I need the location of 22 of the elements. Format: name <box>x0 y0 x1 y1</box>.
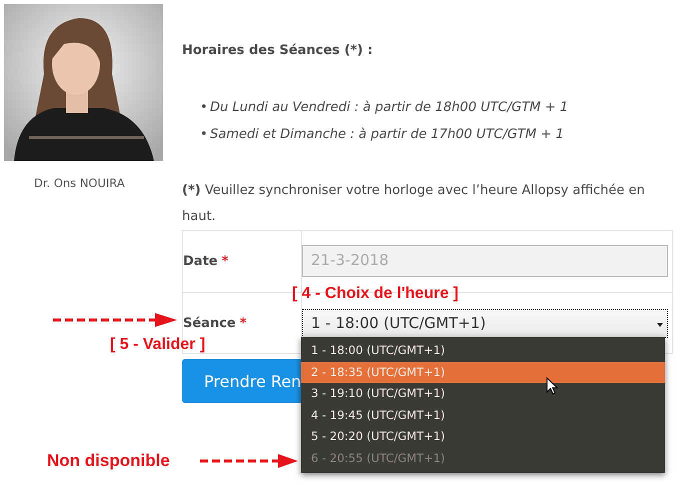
dropdown-option[interactable]: 4 - 19:45 (UTC/GMT+1) <box>301 404 665 426</box>
bullet-icon: • <box>200 121 210 148</box>
bullet-icon: • <box>200 94 210 121</box>
session-label: Séance <box>183 316 236 330</box>
clock-note: (*) Veuillez synchroniser votre horloge avec l’heure Allopsy affichée en haut. <box>182 182 646 226</box>
arrow-icon <box>200 454 298 468</box>
required-mark: * <box>222 254 228 269</box>
schedule-item: Samedi et Dimanche : à partir de 17h00 UTC/GTM + 1 <box>210 127 564 142</box>
annotation-text: [ 4 - Choix de l'heure ] <box>292 285 458 303</box>
required-mark: * <box>240 316 247 330</box>
annotation-text: [ 5 - Valider ] <box>110 336 206 354</box>
dropdown-option[interactable]: 5 - 20:20 (UTC/GMT+1) <box>301 426 665 448</box>
dropdown-option[interactable]: 1 - 18:00 (UTC/GMT+1) <box>301 340 665 362</box>
date-label: Date <box>183 254 218 269</box>
doctor-name: Dr. Ons NOUIRA <box>34 176 125 190</box>
schedule-item: Du Lundi au Vendredi : à partir de 18h00 UTC/GTM + 1 <box>210 100 568 115</box>
arrow-icon <box>53 313 177 327</box>
caret-icon <box>657 323 663 327</box>
annotation-text: Non disponible <box>47 451 170 471</box>
session-select[interactable]: 1 - 18:00 (UTC/GMT+1) <box>302 309 668 338</box>
cursor-icon <box>546 377 558 395</box>
schedule-heading: Horaires des Séances (*) : <box>182 43 374 58</box>
